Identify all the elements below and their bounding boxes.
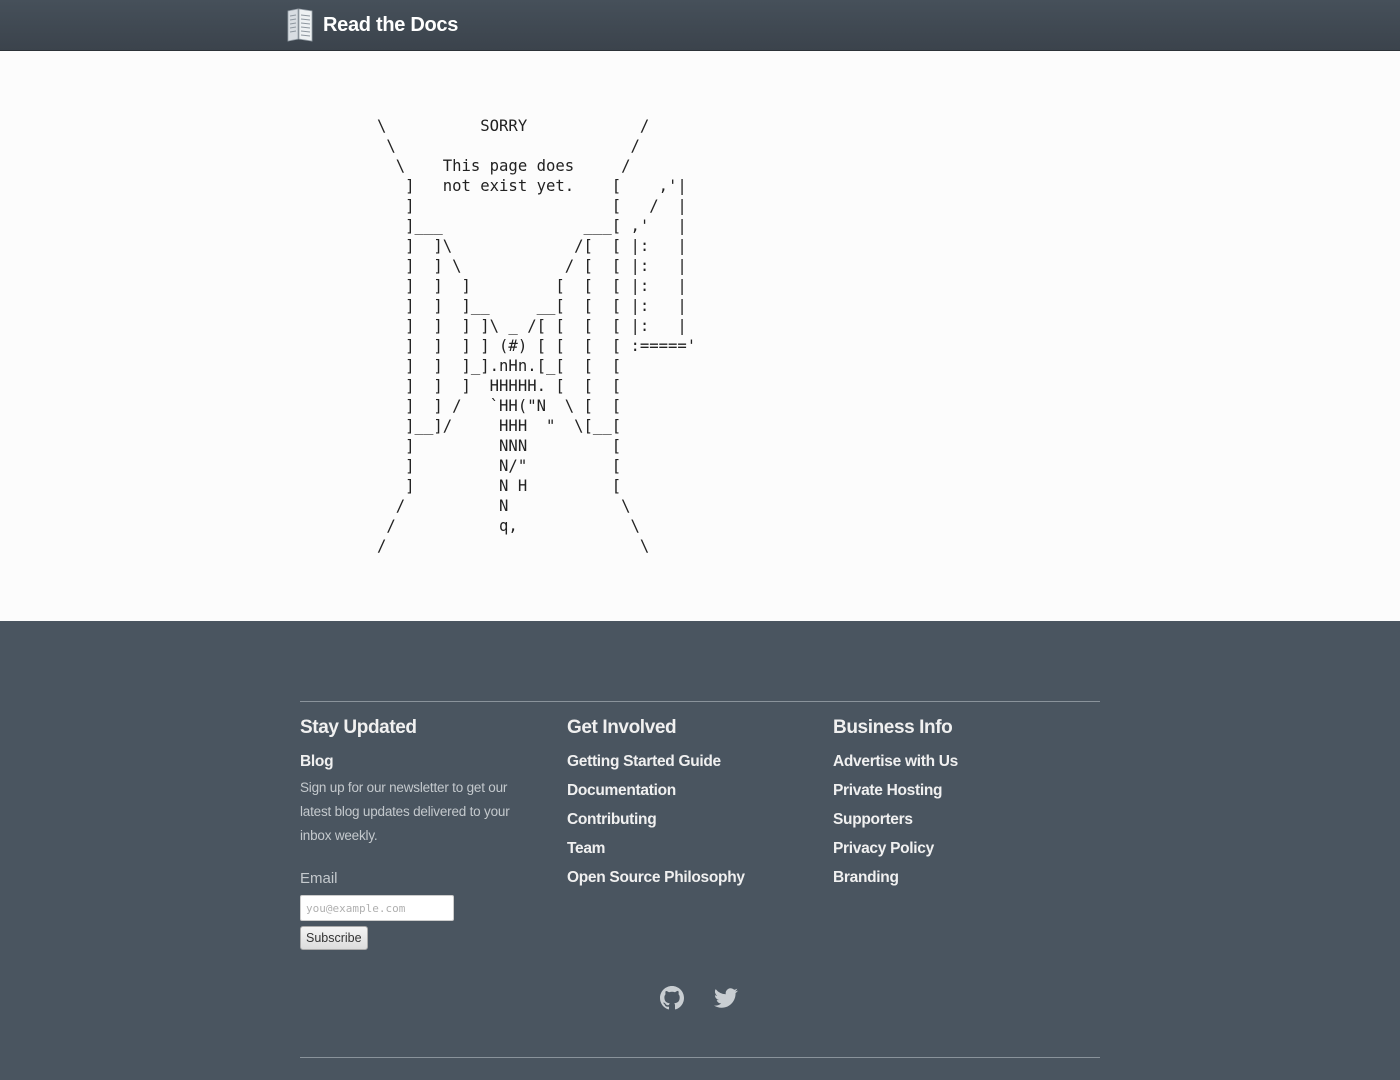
privacy-policy-link[interactable]: Privacy Policy xyxy=(833,840,934,857)
email-label: Email xyxy=(300,870,338,887)
top-navbar: Read the Docs xyxy=(0,0,1400,51)
branding-link[interactable]: Branding xyxy=(833,869,899,886)
footer-divider-bottom xyxy=(300,1057,1100,1058)
email-input[interactable] xyxy=(300,895,454,921)
github-icon xyxy=(660,986,684,1010)
github-link[interactable] xyxy=(660,986,684,1010)
contributing-link[interactable]: Contributing xyxy=(567,811,657,828)
social-links xyxy=(660,986,738,1010)
footer-divider xyxy=(300,701,1100,702)
stay-updated-heading: Stay Updated xyxy=(300,717,417,738)
twitter-icon xyxy=(714,988,738,1008)
supporters-link[interactable]: Supporters xyxy=(833,811,913,828)
private-hosting-link[interactable]: Private Hosting xyxy=(833,782,943,799)
not-found-ascii-art: \ SORRY / \ / \ This page does / ] not e… xyxy=(377,117,697,555)
open-source-philosophy-link[interactable]: Open Source Philosophy xyxy=(567,869,745,886)
subscribe-button[interactable]: Subscribe xyxy=(300,926,368,950)
twitter-link[interactable] xyxy=(714,986,738,1010)
book-logo-icon xyxy=(287,8,313,42)
team-link[interactable]: Team xyxy=(567,840,605,857)
documentation-link[interactable]: Documentation xyxy=(567,782,676,799)
brand-home-link[interactable]: Read the Docs xyxy=(286,8,458,42)
footer-column-get-involved: Get Involved Getting Started Guide Docum… xyxy=(567,715,827,892)
newsletter-description: Sign up for our newsletter to get our la… xyxy=(300,780,510,843)
blog-link[interactable]: Blog xyxy=(300,747,560,776)
footer-column-business-info: Business Info Advertise with Us Private … xyxy=(833,715,1093,892)
site-footer: Stay Updated Blog Sign up for our newsle… xyxy=(0,621,1400,1080)
advertise-link[interactable]: Advertise with Us xyxy=(833,753,958,770)
brand-name: Read the Docs xyxy=(323,13,459,36)
getting-started-guide-link[interactable]: Getting Started Guide xyxy=(567,753,721,770)
business-info-heading: Business Info xyxy=(833,717,953,738)
footer-column-stay-updated: Stay Updated Blog Sign up for our newsle… xyxy=(300,715,560,950)
get-involved-heading: Get Involved xyxy=(567,717,677,738)
